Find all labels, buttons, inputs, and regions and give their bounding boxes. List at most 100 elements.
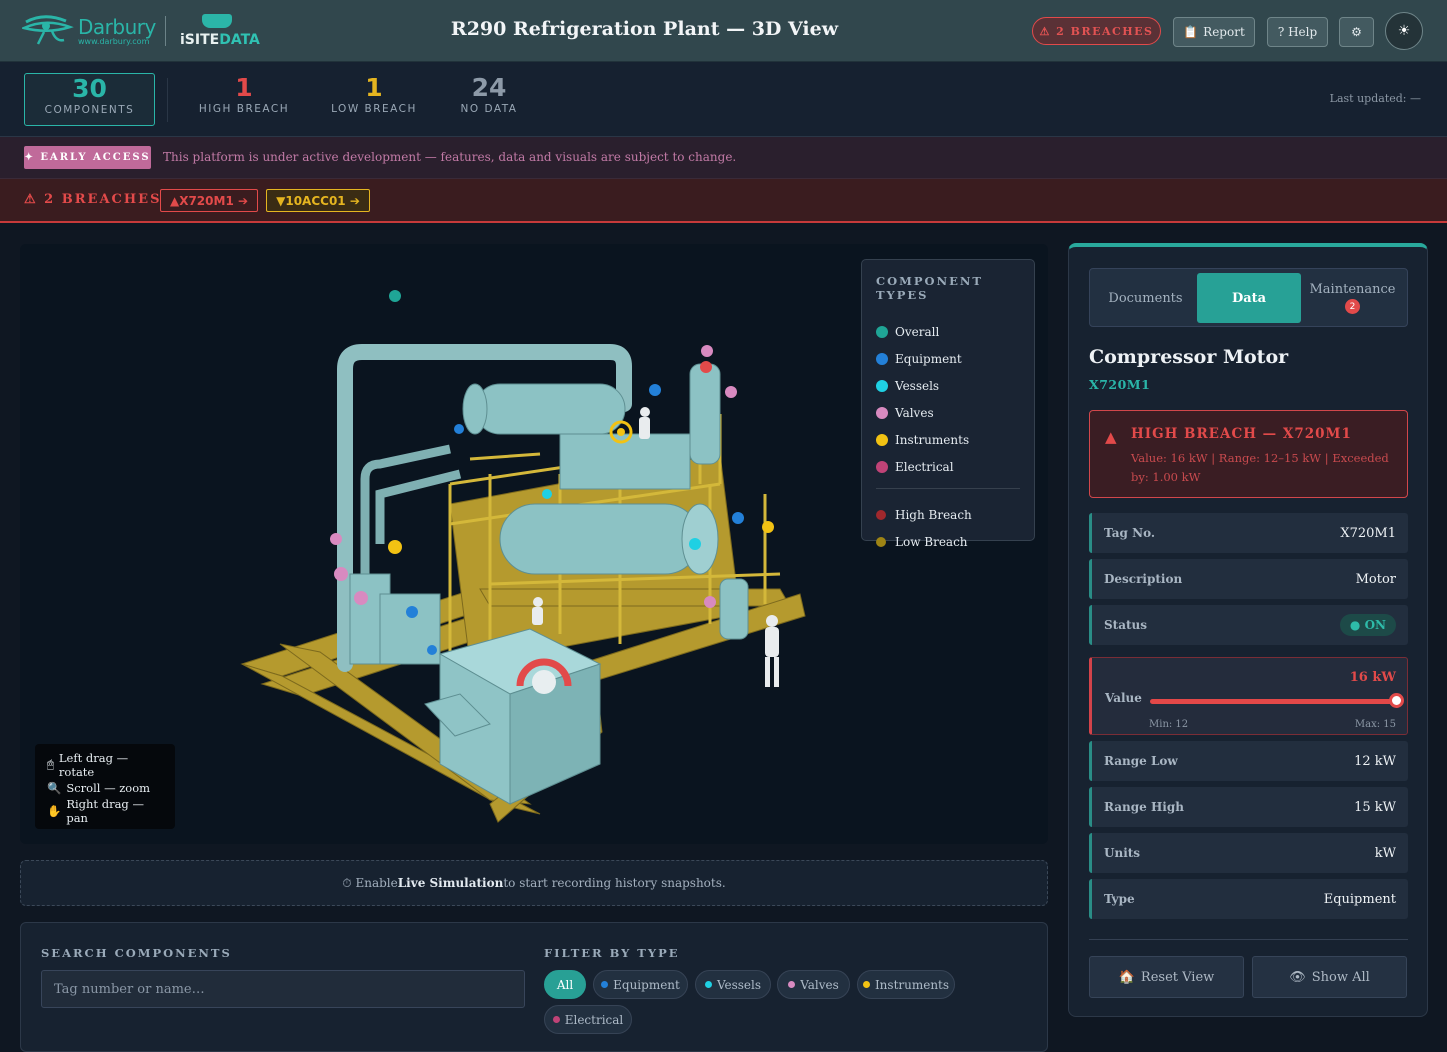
- history-text-a: ⏱ Enable: [342, 875, 398, 890]
- field-key: Description: [1104, 572, 1183, 586]
- legend-dot: [876, 536, 886, 547]
- stat-components[interactable]: 30 COMPONENTS: [24, 73, 155, 126]
- component-title: Compressor Motor: [1089, 346, 1289, 368]
- legend-dot: [876, 509, 886, 520]
- stat-label: COMPONENTS: [44, 104, 135, 116]
- legend-label: Overall: [895, 324, 940, 339]
- legend-item-high-breach: High Breach: [876, 501, 1020, 528]
- tab-documents[interactable]: Documents: [1094, 273, 1197, 323]
- filter-title: FILTER BY TYPE: [544, 946, 680, 960]
- stat-divider: [167, 78, 168, 122]
- details-tabs: Documents Data Maintenance 2: [1089, 268, 1408, 327]
- breach-chip-x720m1[interactable]: ▲X720M1 ➔: [160, 189, 258, 212]
- sun-icon: ☀: [1397, 23, 1411, 39]
- legend-item-overall[interactable]: Overall: [876, 318, 1020, 345]
- field-key: Units: [1104, 846, 1141, 860]
- field-key: Range High: [1104, 800, 1184, 814]
- tab-maintenance[interactable]: Maintenance 2: [1301, 273, 1404, 323]
- legend-item-low-breach: Low Breach: [876, 528, 1020, 555]
- field-value: X720M1: [1340, 525, 1396, 541]
- tab-label: Maintenance: [1309, 282, 1396, 297]
- filter-label: Electrical: [564, 1012, 624, 1027]
- help-text: Scroll — zoom: [66, 780, 151, 795]
- component-types-legend: COMPONENT TYPES Overall Equipment Vessel…: [861, 259, 1035, 549]
- filter-dot: [601, 981, 609, 988]
- live-simulation-text: Live Simulation: [397, 876, 504, 890]
- field-key: Range Low: [1104, 754, 1178, 768]
- current-value: 16 kW: [1349, 670, 1396, 685]
- legend-item-vessels[interactable]: Vessels: [876, 372, 1020, 399]
- showall-label: Show All: [1311, 969, 1370, 985]
- controls-help: 🖱 Left drag — rotate 🔍 Scroll — zoom ✋ Righ…: [35, 744, 175, 829]
- filter-dot: [704, 981, 712, 988]
- history-text-c: to start recording history snapshots.: [503, 876, 726, 890]
- legend-item-electrical[interactable]: Electrical: [876, 453, 1020, 480]
- filter-valves[interactable]: Valves: [777, 970, 850, 999]
- field-value: kW: [1374, 845, 1396, 861]
- theme-toggle-button[interactable]: ☀: [1385, 12, 1423, 50]
- legend-item-instruments[interactable]: Instruments: [876, 426, 1020, 453]
- breach-bar-title: ⚠ 2 BREACHES: [24, 192, 162, 207]
- legend-dot: [876, 460, 888, 473]
- filter-equipment[interactable]: Equipment: [593, 970, 688, 999]
- stat-value: 1: [365, 73, 383, 102]
- legend-item-valves[interactable]: Valves: [876, 399, 1020, 426]
- breach-chip-10acc01[interactable]: ▼10ACC01 ➔: [266, 189, 370, 212]
- filter-dot: [552, 1016, 560, 1023]
- stat-low-breach[interactable]: 1 LOW BREACH: [322, 73, 426, 115]
- field-value-gauge: Value 16 kW Min: 12 Max: 15: [1089, 657, 1408, 735]
- field-tag-no: Tag No. X720M1: [1089, 513, 1408, 553]
- reset-view-button[interactable]: 🏠 Reset View: [1089, 956, 1244, 998]
- history-notice: ⏱ Enable Live Simulation to start record…: [20, 860, 1048, 906]
- eye-icon: 👁: [1289, 969, 1306, 985]
- top-header: Darbury www.darbury.com iSITEDATA R290 R…: [0, 0, 1447, 62]
- filter-instruments[interactable]: Instruments: [857, 970, 955, 999]
- value-min: Min: 12: [1149, 719, 1189, 730]
- show-all-button[interactable]: 👁 Show All: [1252, 956, 1407, 998]
- legend-label: Vessels: [895, 378, 940, 393]
- filter-all[interactable]: All: [544, 970, 586, 999]
- help-text: Left drag — rotate: [58, 750, 129, 779]
- component-tag: X720M1: [1089, 377, 1151, 392]
- breach-count-button[interactable]: ⚠ 2 BREACHES: [1032, 17, 1161, 45]
- settings-button[interactable]: ⚙: [1339, 17, 1374, 47]
- tab-data[interactable]: Data: [1197, 273, 1301, 323]
- details-panel: Documents Data Maintenance 2 Compressor …: [1068, 243, 1428, 1017]
- filter-vessels[interactable]: Vessels: [695, 970, 771, 999]
- help-rotate: 🖱 Left drag — rotate: [47, 750, 163, 779]
- stat-label: HIGH BREACH: [198, 103, 290, 115]
- breach-alert: ▲ HIGH BREACH — X720M1 Value: 16 kW | Ra…: [1089, 410, 1408, 498]
- value-thumb: [1389, 693, 1404, 708]
- legend-item-equipment[interactable]: Equipment: [876, 345, 1020, 372]
- field-description: Description Motor: [1089, 559, 1408, 599]
- field-value: 12 kW: [1354, 753, 1396, 769]
- 3d-viewport[interactable]: COMPONENT TYPES Overall Equipment Vessel…: [20, 244, 1048, 844]
- early-access-badge: ✦ EARLY ACCESS: [24, 146, 151, 169]
- hand-icon: ✋: [47, 803, 62, 818]
- report-button[interactable]: 📋 Report: [1173, 17, 1255, 47]
- field-units: Units kW: [1089, 833, 1408, 873]
- legend-dot: [876, 433, 888, 446]
- breach-bar: ⚠ 2 BREACHES ▲X720M1 ➔ ▼10ACC01 ➔: [0, 179, 1447, 223]
- stat-no-data[interactable]: 24 NO DATA: [450, 73, 528, 115]
- legend-label: Valves: [895, 405, 934, 420]
- stat-value: 24: [471, 73, 507, 102]
- filter-electrical[interactable]: Electrical: [544, 1005, 632, 1034]
- value-max: Max: 15: [1354, 719, 1396, 730]
- field-key: Status: [1104, 618, 1148, 632]
- reset-label: Reset View: [1140, 969, 1215, 985]
- field-key: Tag No.: [1104, 526, 1156, 540]
- field-key: Value: [1105, 691, 1142, 705]
- field-key: Type: [1104, 892, 1135, 906]
- filter-label: Instruments: [874, 977, 950, 992]
- field-value: Equipment: [1323, 891, 1396, 907]
- help-button[interactable]: ? Help: [1267, 17, 1328, 47]
- field-value: 15 kW: [1354, 799, 1396, 815]
- search-input[interactable]: [41, 970, 525, 1008]
- status-badge: ● ON: [1339, 614, 1396, 636]
- search-panel: SEARCH COMPONENTS FILTER BY TYPE All Equ…: [20, 922, 1048, 1052]
- value-track: [1150, 699, 1396, 704]
- help-text: Right drag — pan: [66, 796, 144, 825]
- clipboard-icon: 📋: [1183, 25, 1199, 39]
- stat-high-breach[interactable]: 1 HIGH BREACH: [190, 73, 298, 115]
